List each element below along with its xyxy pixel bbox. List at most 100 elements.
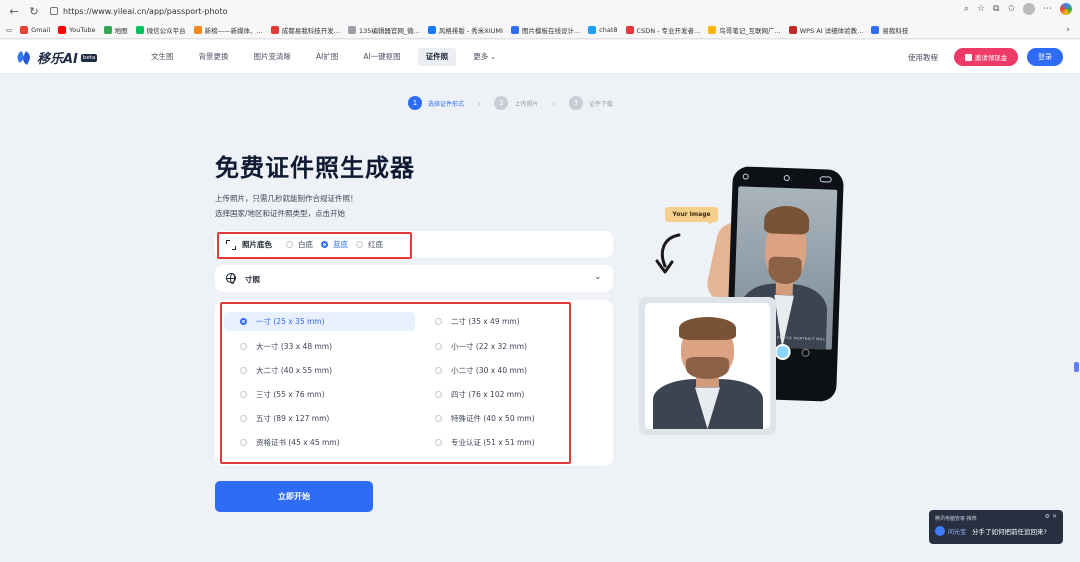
size-option[interactable]: 三寸 (55 x 76 mm) (224, 385, 415, 404)
radio-button[interactable] (240, 439, 247, 446)
app-header: 移乐AI beta 文生图 背景更换 图片变清晰 AI扩图 AI一键抠图 证件照 更多 ⌄ 使… (0, 40, 1080, 74)
bookmark-label: Gmail (31, 26, 51, 34)
description-line-1: 上传照片，只需几秒就能制作合规证件照！ (215, 194, 358, 203)
nav-item[interactable]: 文生图 (143, 48, 182, 66)
nav-item[interactable]: AI扩图 (308, 48, 346, 66)
zoom-icon[interactable]: ⌕ (964, 4, 969, 14)
nav-item-label: 文生图 (151, 51, 174, 61)
bookmark-item[interactable]: 图片模板在线设计... (510, 25, 580, 35)
size-option[interactable]: 二寸 (35 x 49 mm) (419, 312, 603, 331)
radio-button[interactable] (240, 367, 247, 374)
radio-button[interactable] (286, 241, 293, 248)
start-button[interactable]: 立即开始 (215, 481, 373, 512)
bookmark-icon (708, 26, 717, 34)
page-description: 上传照片，只需几秒就能制作合规证件照！ 选择国家/地区和证件照类型，点击开始 (215, 191, 358, 221)
radio-button[interactable] (240, 415, 247, 422)
bookmark-item[interactable]: 易我科技 (871, 25, 908, 35)
favorite-icon[interactable]: ☆ (977, 4, 985, 14)
size-option[interactable]: 大一寸 (33 x 48 mm) (224, 337, 415, 356)
size-option[interactable]: 小一寸 (22 x 32 mm) (419, 337, 603, 356)
bookmark-label: 成都易我科技开发... (281, 27, 340, 35)
more-bookmarks-icon[interactable]: › (1066, 25, 1070, 35)
bookmark-item[interactable]: chat8 (588, 26, 618, 34)
radio-button[interactable] (356, 241, 363, 248)
radio-button[interactable] (321, 241, 328, 248)
bookmark-item[interactable]: 微信公众平台 (135, 25, 186, 35)
reload-icon[interactable]: ↻ (26, 3, 42, 19)
profile-avatar[interactable] (1023, 3, 1035, 15)
size-option[interactable]: 一寸 (25 x 35 mm) (224, 312, 415, 331)
size-option-label: 特殊证件 (40 x 50 mm) (451, 414, 535, 423)
bookmark-item[interactable]: 新榜——新媒体、... (193, 25, 263, 35)
size-option[interactable]: 特殊证件 (40 x 50 mm) (419, 409, 603, 428)
radio-button[interactable] (240, 343, 247, 350)
radio-button[interactable] (240, 318, 247, 325)
bookmark-item[interactable]: 地图 (103, 25, 128, 35)
chevron-right-icon: › (551, 96, 556, 110)
step-label: 上传照片 (514, 100, 539, 108)
nav-item[interactable]: 证件照 (417, 47, 457, 66)
collections-icon[interactable]: ⧉ (993, 4, 999, 14)
app-logo-icon (935, 526, 945, 536)
bookmark-item[interactable]: YouTube (58, 26, 96, 34)
nav-item-label: AI一键抠图 (363, 51, 401, 61)
radio-button[interactable] (435, 343, 442, 350)
radio-button[interactable] (240, 391, 247, 398)
size-option[interactable]: 大二寸 (40 x 55 mm) (224, 361, 415, 380)
nav-item[interactable]: 更多 ⌄ (465, 48, 504, 66)
background-color-options: 白底 蓝底 红底 (286, 239, 391, 250)
back-icon[interactable]: ← (6, 3, 22, 19)
background-color-label: 照片底色 (242, 240, 272, 249)
background-color-option[interactable]: 红底 (356, 239, 383, 250)
size-option[interactable]: 五寸 (89 x 127 mm) (224, 409, 415, 428)
bookmark-item[interactable]: Gmail (20, 26, 50, 34)
radio-button[interactable] (435, 391, 442, 398)
bookmark-icon (58, 26, 67, 34)
size-dropdown[interactable]: 寸照 ⌄ (215, 265, 613, 292)
copilot-icon[interactable] (1060, 3, 1072, 15)
flip-camera-icon (801, 348, 810, 357)
size-option-label: 四寸 (76 x 102 mm) (451, 390, 525, 399)
background-color-option[interactable]: 白底 (286, 239, 313, 250)
size-option-label: 专业认证 (51 x 51 mm) (451, 438, 535, 447)
notification-text: 分手了如何把前任追回来? (972, 528, 1047, 536)
login-button[interactable]: 登录 (1027, 48, 1063, 66)
radio-button[interactable] (435, 367, 442, 374)
step-number: 3 (568, 96, 583, 110)
bookmark-item[interactable]: 鸟哥笔记_互联网广... (708, 25, 781, 35)
size-option[interactable]: 资格证书 (45 x 45 mm) (224, 433, 415, 452)
bookmark-item[interactable]: WPS AI 详细体验教... (788, 25, 863, 35)
notification-popup[interactable]: 腾讯电脑管家-推荐 ⚙ ✕ 问元宝 分手了如何把前任追回来? (929, 510, 1063, 544)
bookmark-item[interactable]: CSDN - 专业开发者... (625, 25, 700, 35)
scroll-indicator[interactable] (1074, 362, 1079, 372)
radio-button[interactable] (435, 439, 442, 446)
radio-button[interactable] (435, 318, 442, 325)
nav-item[interactable]: AI一键抠图 (355, 48, 408, 66)
bookmark-icon (20, 26, 29, 34)
invite-button[interactable]: 邀请领现金 (954, 48, 1018, 66)
logo[interactable]: 移乐AI beta (17, 48, 98, 67)
star-list-icon[interactable]: ✩ (1007, 4, 1015, 14)
url-text: https://www.yileai.cn/app/passport-photo (63, 6, 228, 16)
size-option[interactable]: 四寸 (76 x 102 mm) (419, 385, 603, 404)
nav-item[interactable]: 背景更换 (191, 48, 237, 66)
bookmark-folder-icon[interactable]: ▭ (6, 26, 12, 34)
step-label: 选择证件形式 (428, 100, 465, 108)
bookmark-item[interactable]: 135编辑器官网_微... (347, 25, 420, 35)
more-icon[interactable]: ⋯ (1043, 4, 1052, 14)
address-bar[interactable]: https://www.yileai.cn/app/passport-photo (50, 7, 227, 16)
bookmark-item[interactable]: 风格排版 - 秀米XIUMI (427, 25, 503, 35)
background-color-option[interactable]: 蓝底 (321, 239, 348, 250)
size-option[interactable]: 小二寸 (30 x 40 mm) (419, 361, 603, 380)
size-option-label: 小一寸 (22 x 32 mm) (451, 342, 528, 351)
portrait-photo-result (645, 303, 770, 429)
main-menu: 文生图 背景更换 图片变清晰 AI扩图 AI一键抠图 证件照 更多 ⌄ (143, 40, 513, 73)
size-label: 寸照 (245, 275, 260, 284)
tutorial-link[interactable]: 使用教程 (908, 52, 938, 63)
radio-button[interactable] (435, 415, 442, 422)
close-icon[interactable]: ⚙ ✕ (1045, 513, 1057, 520)
bookmark-item[interactable]: 成都易我科技开发... (270, 25, 340, 35)
size-option[interactable]: 专业认证 (51 x 51 mm) (419, 433, 603, 452)
nav-item[interactable]: 图片变清晰 (246, 48, 300, 66)
chevron-down-icon: ⌄ (490, 52, 497, 61)
